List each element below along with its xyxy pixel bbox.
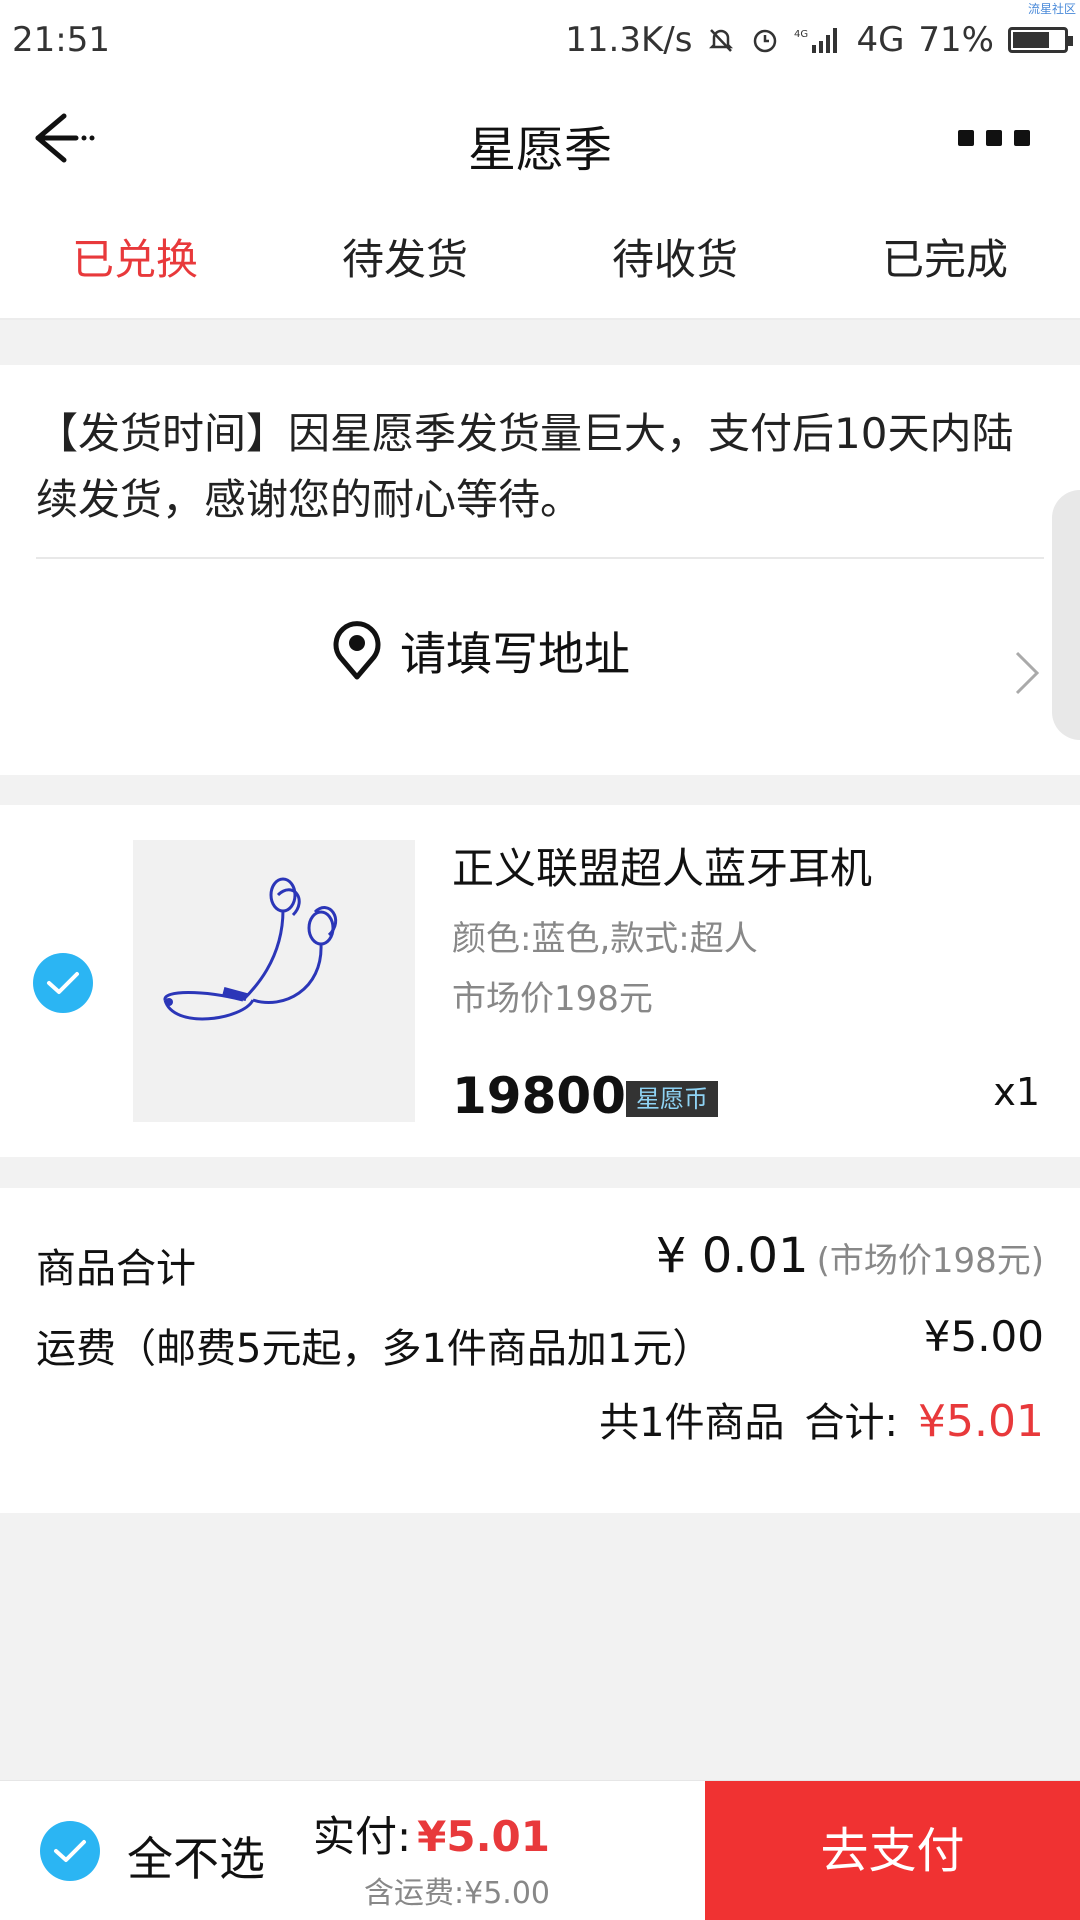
address-label: 请填写地址	[400, 627, 630, 681]
goods-total: ¥ 0.01 (市场价198元)	[656, 1228, 1044, 1284]
navbar: 星愿季	[0, 80, 1080, 200]
product-market-price: 市场价198元	[452, 979, 653, 1019]
more-options-icon[interactable]	[958, 130, 1030, 146]
shipping-value: ¥5.00	[923, 1312, 1044, 1361]
notice-card: 【发货时间】因星愿季发货量巨大，支付后10天内陆续发货，感谢您的耐心等待。 请填…	[0, 365, 1080, 775]
shipping-included: 含运费:¥5.00	[364, 1876, 550, 1911]
battery-fill	[1013, 32, 1049, 48]
side-drawer-handle[interactable]	[1052, 490, 1080, 740]
product-price: 19800	[452, 1067, 626, 1125]
currency-badge: 星愿币	[626, 1081, 718, 1117]
product-quantity: x1	[993, 1070, 1040, 1114]
checkmark-icon	[47, 972, 79, 994]
address-content: 请填写地址	[330, 618, 630, 684]
select-none-label[interactable]: 全不选	[127, 1823, 265, 1889]
page-title: 星愿季	[467, 122, 612, 178]
tab-to-ship[interactable]: 待发货	[270, 200, 540, 318]
earphone-image	[163, 877, 338, 1021]
svg-text:4G: 4G	[794, 29, 808, 40]
status-bar: 21:51 11.3K/s 4G 4G 71% 流星社区	[0, 0, 1080, 80]
order-status-tabs: 已兑换 待发货 待收货 已完成	[0, 200, 1080, 320]
select-all-checkbox[interactable]	[40, 1821, 100, 1881]
product-name[interactable]: 正义联盟超人蓝牙耳机	[452, 835, 872, 896]
tab-completed[interactable]: 已完成	[810, 200, 1080, 318]
checkout-bar: 全不选 实付: ¥5.01 含运费:¥5.00 去支付	[0, 1780, 1080, 1920]
total-value: ¥5.01	[918, 1396, 1044, 1447]
shipping-label: 运费（邮费5元起，多1件商品加1元）	[36, 1326, 713, 1372]
status-time: 21:51	[12, 20, 110, 60]
goods-total-value: ¥ 0.01	[655, 1228, 809, 1284]
product-checkbox[interactable]	[33, 953, 93, 1013]
mute-bell-icon	[709, 29, 734, 52]
pay-amount: ¥5.01	[417, 1812, 550, 1861]
item-count: 共1件商品	[599, 1400, 785, 1446]
chevron-right-icon	[1015, 651, 1040, 695]
address-row[interactable]: 请填写地址	[0, 560, 1080, 775]
tab-to-receive[interactable]: 待收货	[540, 200, 810, 318]
battery-text: 71%	[918, 20, 994, 60]
alarm-icon	[754, 29, 777, 53]
pay-button[interactable]: 去支付	[705, 1781, 1080, 1920]
total-row: 共1件商品 合计: ¥5.01	[599, 1390, 1044, 1448]
battery-icon	[1008, 27, 1073, 53]
more-dot	[1014, 130, 1030, 146]
product-attributes: 颜色:蓝色,款式:超人	[452, 919, 758, 959]
goods-total-label: 商品合计	[36, 1246, 196, 1292]
product-card: 正义联盟超人蓝牙耳机 颜色:蓝色,款式:超人 市场价198元 19800 星愿币…	[0, 805, 1080, 1157]
net-speed: 11.3K/s	[565, 20, 693, 60]
pay-label: 实付:	[312, 1812, 412, 1861]
watermark: 流星社区	[1027, 2, 1076, 16]
pay-info: 实付: ¥5.01 含运费:¥5.00	[313, 1803, 550, 1912]
tab-exchanged[interactable]: 已兑换	[0, 200, 270, 318]
location-pin-icon	[333, 621, 381, 680]
shipping-notice: 【发货时间】因星愿季发货量巨大，支付后10天内陆续发货，感谢您的耐心等待。	[36, 409, 1014, 524]
divider	[36, 557, 1044, 559]
more-dot	[958, 130, 974, 146]
signal-icon: 4G	[794, 28, 838, 53]
status-icons: 11.3K/s 4G 4G 71%	[565, 20, 1073, 60]
total-label: 合计:	[804, 1400, 899, 1446]
network-type: 4G	[856, 20, 905, 60]
order-summary: 商品合计 ¥ 0.01 (市场价198元) 运费（邮费5元起，多1件商品加1元）…	[0, 1188, 1080, 1513]
checkmark-icon	[54, 1840, 86, 1862]
pay-line: 实付: ¥5.01	[313, 1803, 550, 1864]
goods-total-market: (市场价198元)	[816, 1241, 1044, 1281]
product-image[interactable]	[133, 840, 415, 1122]
more-dot	[986, 130, 1002, 146]
